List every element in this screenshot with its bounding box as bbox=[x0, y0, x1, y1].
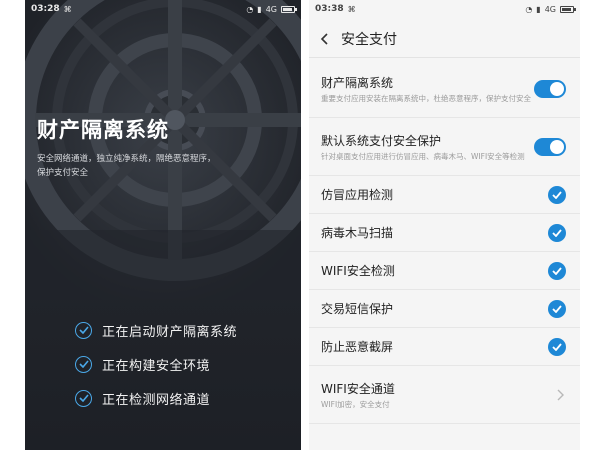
setting-row-check[interactable]: WIFI安全检测 bbox=[309, 252, 580, 290]
setting-row-wifi-channel[interactable]: WIFI安全通道 WIFI加密，安全支付 bbox=[309, 366, 580, 424]
setting-description: WIFI加密，安全支付 bbox=[321, 399, 390, 409]
status-time: 03:38 bbox=[315, 4, 344, 14]
check-label: 防止恶意截屏 bbox=[321, 340, 394, 354]
status-time: 03:28 bbox=[31, 4, 60, 14]
check-label: 仿冒应用检测 bbox=[321, 188, 394, 202]
network-type: 4G bbox=[265, 4, 277, 14]
vault-door-illustration bbox=[25, 0, 301, 300]
check-circle-icon bbox=[75, 389, 92, 407]
progress-list: 正在启动财产隔离系统 正在构建安全环境 正在检测网络通道 bbox=[75, 313, 237, 415]
setting-row-check[interactable]: 交易短信保护 bbox=[309, 290, 580, 328]
setting-description: 重要支付应用安装在隔离系统中，杜绝恶意程序，保护支付安全 bbox=[321, 93, 531, 103]
progress-item: 正在构建安全环境 bbox=[75, 347, 237, 381]
setting-row-check[interactable]: 仿冒应用检测 bbox=[309, 176, 580, 214]
notification-icon: ⌘ bbox=[63, 4, 72, 14]
progress-item: 正在启动财产隔离系统 bbox=[75, 313, 237, 347]
progress-label: 正在构建安全环境 bbox=[102, 358, 211, 374]
battery-icon bbox=[281, 5, 297, 13]
signal-icon: ▮ bbox=[536, 4, 541, 14]
wifi-icon: ◔ bbox=[525, 4, 533, 14]
default-protect-toggle[interactable] bbox=[534, 137, 566, 156]
setting-row-default-protect[interactable]: 默认系统支付安全保护 针对桌面支付应用进行仿冒应用、病毒木马、WIFI安全等检测 bbox=[309, 118, 580, 176]
isolation-toggle[interactable] bbox=[534, 79, 566, 98]
check-label: 交易短信保护 bbox=[321, 302, 394, 316]
wifi-icon: ◔ bbox=[246, 4, 254, 14]
setting-row-isolation[interactable]: 财产隔离系统 重要支付应用安装在隔离系统中，杜绝恶意程序，保护支付安全 bbox=[309, 60, 580, 118]
check-circle-icon bbox=[75, 321, 92, 339]
checkbox-checked-icon[interactable] bbox=[548, 337, 566, 356]
notification-icon: ⌘ bbox=[347, 4, 356, 14]
status-bar: 03:38 ⌘ ◔ ▮ 4G bbox=[309, 0, 580, 18]
page-title: 安全支付 bbox=[341, 31, 397, 48]
network-type: 4G bbox=[544, 4, 556, 14]
progress-label: 正在检测网络通道 bbox=[102, 392, 211, 408]
check-label: WIFI安全检测 bbox=[321, 264, 395, 278]
settings-list: 财产隔离系统 重要支付应用安装在隔离系统中，杜绝恶意程序，保护支付安全 默认系统… bbox=[309, 60, 580, 424]
title-bar: 安全支付 bbox=[309, 20, 580, 58]
battery-icon bbox=[560, 5, 576, 13]
setting-title: 财产隔离系统 bbox=[321, 75, 394, 90]
right-phone-screen: 03:38 ⌘ ◔ ▮ 4G 安全支付 财产隔离系统 重要支付应用安装在隔离系统… bbox=[309, 0, 580, 450]
progress-item: 正在检测网络通道 bbox=[75, 381, 237, 415]
screenshot-stage: 03:28 ⌘ ◔ ▮ 4G 财产隔离系统 安全网络通道，独立纯净系统，隔绝恶意… bbox=[0, 0, 600, 450]
progress-label: 正在启动财产隔离系统 bbox=[102, 324, 238, 340]
check-label: 病毒木马扫描 bbox=[321, 226, 394, 240]
check-circle-icon bbox=[75, 355, 92, 373]
setting-row-check[interactable]: 病毒木马扫描 bbox=[309, 214, 580, 252]
setting-title: 默认系统支付安全保护 bbox=[321, 133, 442, 148]
setting-row-check[interactable]: 防止恶意截屏 bbox=[309, 328, 580, 366]
status-bar: 03:28 ⌘ ◔ ▮ 4G bbox=[25, 0, 301, 18]
chevron-right-icon bbox=[554, 388, 566, 402]
back-button[interactable] bbox=[309, 20, 339, 58]
setting-description: 针对桌面支付应用进行仿冒应用、病毒木马、WIFI安全等检测 bbox=[321, 151, 525, 161]
signal-icon: ▮ bbox=[257, 4, 262, 14]
left-phone-screen: 03:28 ⌘ ◔ ▮ 4G 财产隔离系统 安全网络通道，独立纯净系统，隔绝恶意… bbox=[25, 0, 301, 450]
checkbox-checked-icon[interactable] bbox=[548, 223, 566, 242]
chevron-left-icon bbox=[320, 32, 328, 45]
checkbox-checked-icon[interactable] bbox=[548, 185, 566, 204]
checkbox-checked-icon[interactable] bbox=[548, 299, 566, 318]
setting-title: WIFI安全通道 bbox=[321, 381, 395, 396]
splash-title: 财产隔离系统 bbox=[37, 118, 169, 142]
splash-description: 安全网络通道，独立纯净系统，隔绝恶意程序，保护支付安全 bbox=[37, 154, 216, 178]
checkbox-checked-icon[interactable] bbox=[548, 261, 566, 280]
